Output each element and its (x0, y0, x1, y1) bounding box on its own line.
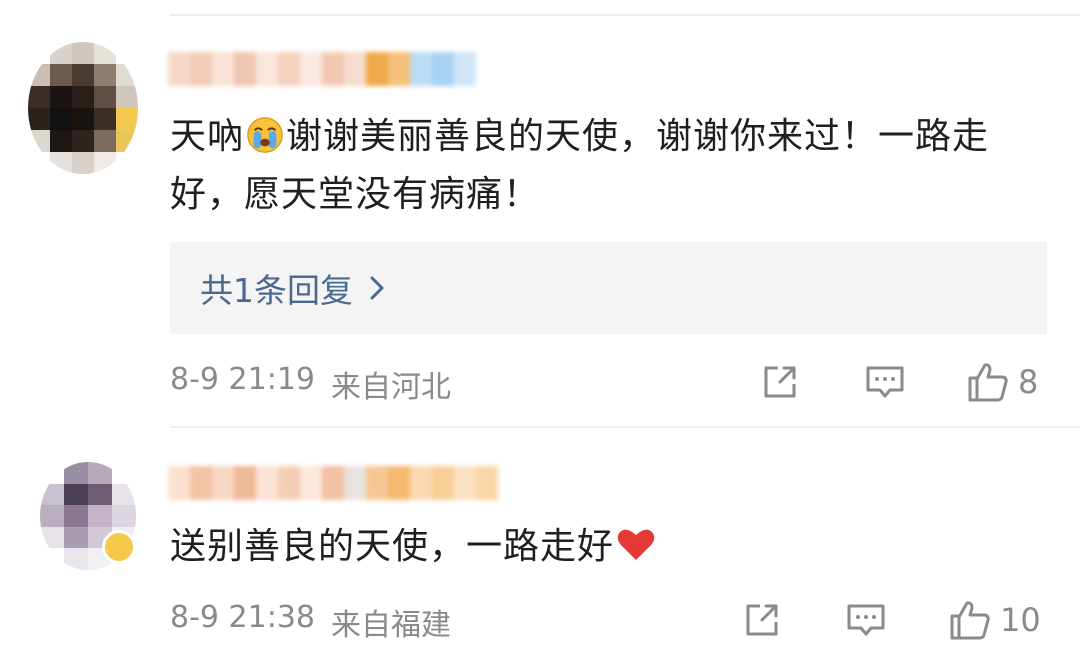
comment-meta: 8-9 21:19 来自河北 (170, 362, 451, 406)
comment-meta: 8-9 21:38 来自福建 (170, 600, 451, 644)
thumbs-up-icon (968, 363, 1008, 402)
location: 来自河北 (331, 370, 451, 405)
comment-list: 天吶 谢谢美丽善良的天使，谢谢你来过！一路走好，愿天堂没有病痛！ 共1条回复 8… (0, 0, 1080, 663)
thumbs-up-icon (950, 601, 990, 640)
like-button[interactable]: 10 (948, 598, 1041, 642)
like-count: 8 (1018, 363, 1039, 401)
share-icon (746, 604, 778, 636)
like-button[interactable]: 8 (966, 360, 1038, 404)
share-button[interactable] (742, 600, 782, 640)
username-blurred[interactable] (168, 52, 476, 86)
comment-button[interactable] (845, 600, 887, 640)
red-heart-icon (617, 529, 655, 560)
like-count: 10 (1000, 601, 1041, 639)
comment-text: 送别善良的天使，一路走好 (170, 518, 1050, 576)
reply-box[interactable]: 共1条回复 (170, 242, 1047, 334)
comment-button[interactable] (864, 362, 906, 402)
verified-badge (102, 530, 136, 564)
divider (170, 426, 1080, 428)
view-replies-link[interactable]: 共1条回复 (200, 264, 387, 312)
loudly-crying-face-icon (247, 117, 283, 153)
location: 来自福建 (331, 608, 451, 643)
timestamp: 8-9 21:19 (170, 362, 315, 397)
comment-icon (847, 604, 885, 636)
timestamp: 8-9 21:38 (170, 600, 315, 635)
share-button[interactable] (760, 362, 800, 402)
avatar[interactable] (28, 42, 138, 174)
reply-count-label: 共1条回复 (200, 271, 353, 310)
divider (170, 14, 1080, 16)
username-blurred[interactable] (168, 466, 498, 500)
comment-text: 天吶 谢谢美丽善良的天使，谢谢你来过！一路走好，愿天堂没有病痛！ (170, 116, 990, 215)
comment-icon (866, 366, 904, 398)
share-icon (764, 366, 796, 398)
chevron-right-icon (370, 276, 384, 300)
